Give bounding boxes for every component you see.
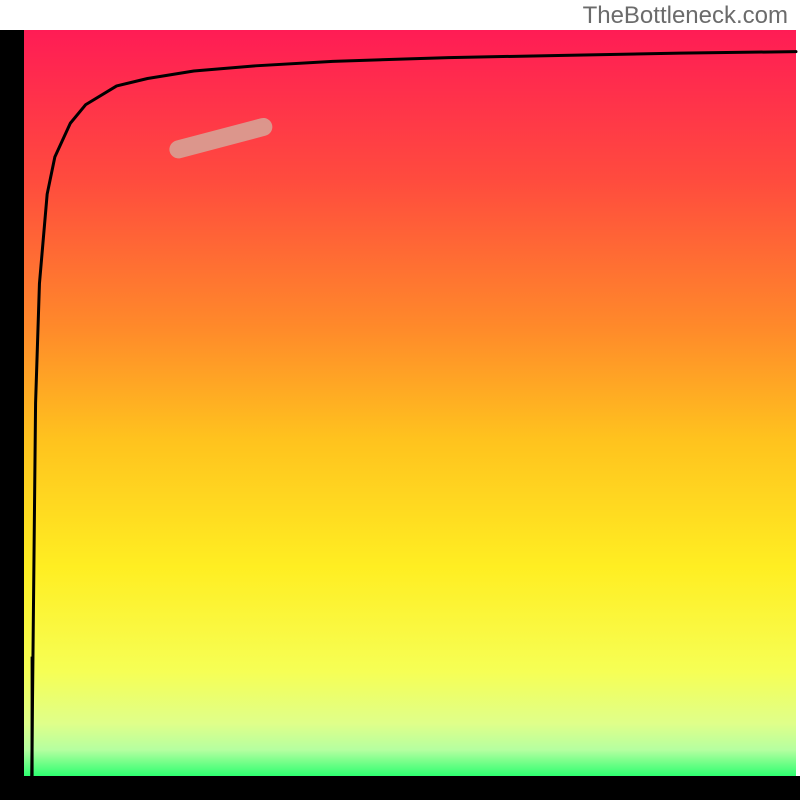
gradient-background bbox=[24, 30, 796, 776]
y-axis bbox=[0, 30, 24, 800]
x-axis bbox=[0, 776, 800, 800]
chart-container: TheBottleneck.com bbox=[0, 0, 800, 800]
bottleneck-chart bbox=[0, 0, 800, 800]
